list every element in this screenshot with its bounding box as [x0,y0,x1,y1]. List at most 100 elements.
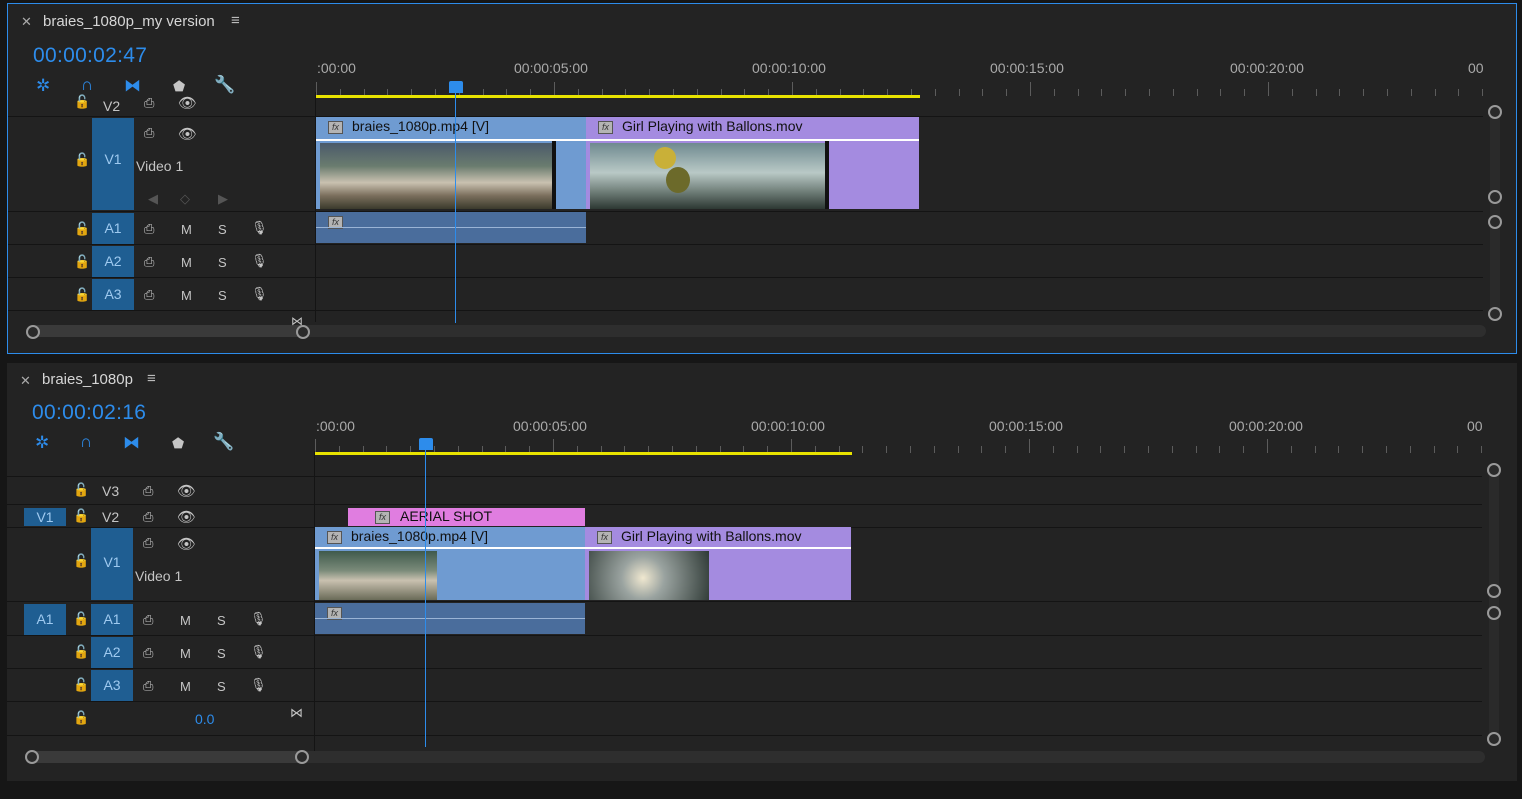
toggle-sync-icon[interactable]: ⎙ [143,509,153,525]
scroll-handle-right[interactable] [295,750,309,764]
track-a3-target[interactable]: A3 [92,279,134,310]
lock-icon[interactable]: 🔓 [73,611,89,627]
lock-icon[interactable]: 🔓 [74,94,90,110]
track-a2-target[interactable]: A2 [92,246,134,277]
toggle-sync-icon[interactable]: ⎙ [144,254,154,270]
track-v2-label[interactable]: V2 [103,98,120,114]
track-a2-target[interactable]: A2 [91,637,133,668]
eye-icon[interactable]: 👁 [177,482,196,500]
video-clip-girl-ballons[interactable]: fx Girl Playing with Ballons.mov [585,527,851,600]
toggle-sync-icon[interactable]: ⎙ [144,287,154,303]
eye-icon[interactable]: 👁 [178,125,197,143]
vscroll-handle-bottom[interactable] [1487,584,1501,598]
wrench-icon[interactable]: 🔧 [214,75,235,95]
work-area-bar[interactable] [316,95,920,98]
solo-button[interactable]: S [218,222,227,237]
mute-button[interactable]: M [181,255,192,270]
add-keyframe-icon[interactable]: ◇ [180,191,190,207]
toggle-sync-icon[interactable]: ⎙ [143,483,153,499]
eye-icon[interactable]: 👁 [178,94,197,112]
eye-icon[interactable]: 👁 [177,508,196,526]
scroll-handle-left[interactable] [25,750,39,764]
menu-icon[interactable]: ≡ [147,370,156,387]
zoom-to-sequence-icon[interactable]: ⋈ [290,705,303,721]
playhead-handle[interactable] [419,438,433,450]
track-v1-target[interactable]: V1 [92,118,134,210]
lock-icon[interactable]: 🔓 [74,221,90,237]
toggle-sync-icon[interactable]: ⎙ [143,612,153,628]
source-patch-v1[interactable]: V1 [24,508,66,526]
time-ruler[interactable] [315,433,1485,453]
mute-button[interactable]: M [181,222,192,237]
mute-button[interactable]: M [180,613,191,628]
lock-icon[interactable]: 🔓 [73,482,89,498]
graphic-clip-aerial-shot[interactable]: fx AERIAL SHOT [348,508,585,526]
microphone-icon[interactable]: 🎙 [250,644,267,660]
prev-keyframe-icon[interactable]: ◀ [148,191,158,207]
lock-icon[interactable]: 🔓 [73,553,89,569]
mute-button[interactable]: M [180,679,191,694]
vscroll-handle-top[interactable] [1487,463,1501,477]
menu-icon[interactable]: ≡ [231,12,240,29]
toggle-sync-icon[interactable]: ⎙ [144,95,154,111]
vscroll-handle-bottom[interactable] [1488,190,1502,204]
vertical-scrollbar[interactable] [1490,107,1500,317]
track-a1-target[interactable]: A1 [92,213,134,244]
playhead-timecode[interactable]: 00:00:02:16 [32,401,146,425]
playhead-timecode[interactable]: 00:00:02:47 [33,44,147,68]
toggle-sync-icon[interactable]: ⎙ [143,645,153,661]
linked-selection-icon[interactable]: ⧓ [123,433,140,453]
work-area-bar[interactable] [315,452,852,455]
linked-selection-icon[interactable]: ⧓ [124,76,141,96]
video-clip-braies[interactable]: fx braies_1080p.mp4 [V] [315,527,585,600]
microphone-icon[interactable]: 🎙 [251,253,268,269]
toggle-sync-icon[interactable]: ⎙ [144,221,154,237]
snap-icon[interactable]: ∩ [80,432,92,452]
source-patch-a1[interactable]: A1 [24,604,66,635]
horizontal-scroll-thumb[interactable] [32,325,305,337]
vscroll-handle-bottom[interactable] [1487,732,1501,746]
next-keyframe-icon[interactable]: ▶ [218,191,228,207]
vscroll-handle-top[interactable] [1488,215,1502,229]
track-a1-target[interactable]: A1 [91,604,133,635]
mute-button[interactable]: M [180,646,191,661]
solo-button[interactable]: S [217,679,226,694]
close-icon[interactable]: ✕ [21,14,32,30]
lock-icon[interactable]: 🔓 [74,152,90,168]
toggle-sync-icon[interactable]: ⎙ [143,535,153,551]
mute-button[interactable]: M [181,288,192,303]
snap-icon[interactable]: ∩ [81,75,93,95]
track-a3-target[interactable]: A3 [91,670,133,701]
solo-button[interactable]: S [218,255,227,270]
horizontal-scroll-thumb[interactable] [31,751,304,763]
toggle-sync-icon[interactable]: ⎙ [144,125,154,141]
nest-sequences-icon[interactable]: ✲ [36,76,50,96]
vscroll-handle-bottom[interactable] [1488,307,1502,321]
video-clip-braies[interactable]: fx braies_1080p.mp4 [V] [316,117,586,209]
lock-icon[interactable]: 🔓 [74,287,90,303]
track-v3-label[interactable]: V3 [102,483,119,499]
vscroll-handle-top[interactable] [1487,606,1501,620]
master-volume-value[interactable]: 0.0 [195,711,214,727]
add-marker-icon[interactable]: ⬟ [172,433,184,453]
solo-button[interactable]: S [218,288,227,303]
lock-icon[interactable]: 🔓 [73,677,89,693]
lock-icon[interactable]: 🔓 [73,710,89,726]
solo-button[interactable]: S [217,646,226,661]
time-ruler[interactable] [316,76,1486,96]
microphone-icon[interactable]: 🎙 [251,220,268,236]
solo-button[interactable]: S [217,613,226,628]
sequence-tab-title[interactable]: braies_1080p_my version [43,13,215,30]
toggle-sync-icon[interactable]: ⎙ [143,678,153,694]
playhead-line[interactable] [455,93,456,323]
video-clip-girl-ballons[interactable]: fx Girl Playing with Ballons.mov [586,117,919,209]
lock-icon[interactable]: 🔓 [73,644,89,660]
track-v1-target[interactable]: V1 [91,528,133,600]
sequence-tab-title[interactable]: braies_1080p [42,371,133,388]
add-marker-icon[interactable]: ⬟ [173,76,185,96]
microphone-icon[interactable]: 🎙 [251,286,268,302]
track-v2-label[interactable]: V2 [102,509,119,525]
zoom-to-sequence-icon[interactable]: ⋈ [291,314,303,328]
lock-icon[interactable]: 🔓 [73,508,89,524]
close-icon[interactable]: ✕ [20,373,31,389]
